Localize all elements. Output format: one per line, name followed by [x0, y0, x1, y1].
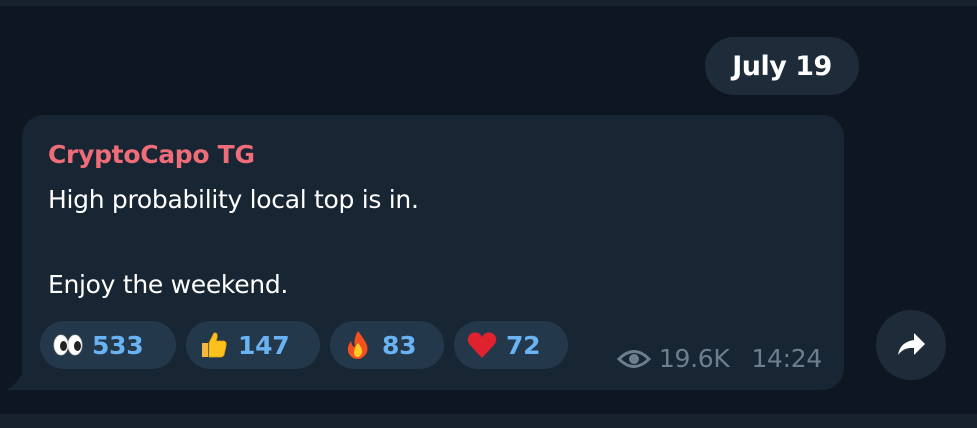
thumbs-up-emoji-icon — [202, 332, 227, 358]
fire-emoji-icon — [347, 331, 368, 359]
reaction-heart[interactable]: 72 — [454, 321, 568, 369]
message-text-line: High probability local top is in. — [48, 185, 419, 214]
message-meta: 19.6K 14:24 — [616, 344, 822, 373]
message-bubble[interactable]: CryptoCapo TG High probability local top… — [22, 115, 844, 390]
view-count: 19.6K — [658, 344, 730, 373]
reaction-count: 83 — [382, 330, 417, 360]
eyes-emoji-icon — [53, 334, 83, 356]
message-text-line: Enjoy the weekend. — [48, 270, 289, 299]
reaction-thumbs-up[interactable]: 147 — [186, 321, 320, 369]
reaction-count: 533 — [92, 330, 144, 360]
forward-arrow-icon — [898, 333, 925, 355]
date-separator: July 19 — [705, 37, 859, 95]
message-time: 14:24 — [751, 344, 822, 373]
bottom-divider — [0, 414, 977, 428]
reaction-count: 72 — [506, 330, 541, 360]
red-heart-emoji-icon — [467, 332, 497, 358]
sender-name[interactable]: CryptoCapo TG — [48, 140, 255, 169]
top-divider — [0, 0, 977, 6]
reaction-eyes[interactable]: 533 — [40, 321, 176, 369]
reactions-bar: 533 147 83 72 — [40, 321, 568, 369]
reaction-count: 147 — [238, 330, 290, 360]
forward-button[interactable] — [876, 310, 946, 380]
eye-icon — [616, 349, 651, 368]
reaction-fire[interactable]: 83 — [330, 321, 444, 369]
